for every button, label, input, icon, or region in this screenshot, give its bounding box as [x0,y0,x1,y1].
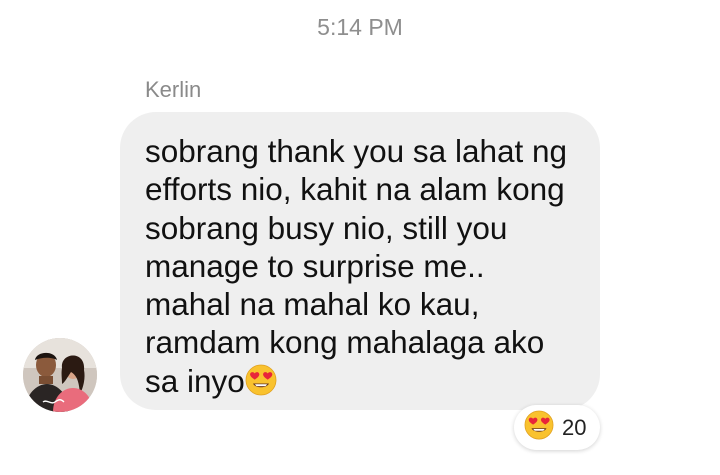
message-text-container: sobrang thank you sa lahat ng efforts ni… [145,132,597,404]
sender-name: Kerlin [145,77,202,102]
message-timestamp: 5:14 PM [317,14,403,40]
reaction-badge[interactable]: 20 [514,405,600,450]
heart-eyes-emoji-icon [245,364,277,404]
profile-photo-icon [23,338,97,412]
sender-avatar[interactable] [23,338,97,412]
chat-thread: 5:14 PM Kerlin sobrang thank you sa laha… [0,0,720,475]
message-text: sobrang thank you sa lahat ng efforts ni… [145,133,568,399]
reaction-count: 20 [562,414,587,440]
heart-eyes-emoji-icon [524,410,554,445]
message-bubble[interactable]: sobrang thank you sa lahat ng efforts ni… [120,112,600,410]
